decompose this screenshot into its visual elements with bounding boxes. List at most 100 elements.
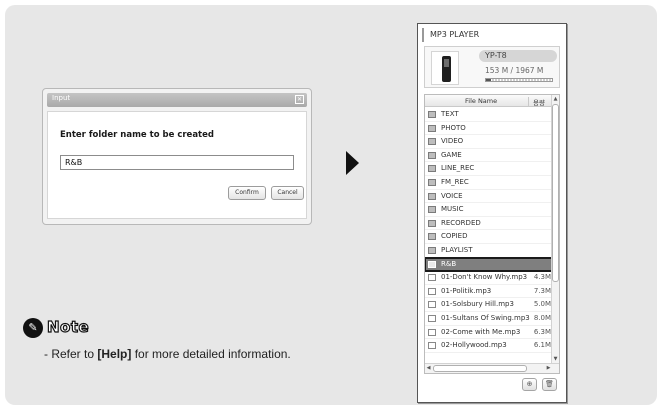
row-name: MUSIC: [441, 205, 464, 214]
horizontal-scrollbar[interactable]: ◀ ▶: [425, 363, 559, 373]
file-row[interactable]: 01-Sultans Of Swing.mp3 8.0M: [425, 312, 553, 326]
folder-icon: [428, 246, 436, 254]
folder-row[interactable]: VIDEO: [425, 135, 553, 149]
folder-icon: [428, 111, 436, 118]
row-name: 02-Come with Me.mp3: [441, 327, 521, 336]
folder-icon: [428, 233, 436, 241]
folder-name-input[interactable]: R&B: [60, 155, 294, 170]
player-device-icon: [442, 56, 451, 82]
arrow-right-icon: [346, 151, 359, 175]
row-name: 02-Hollywood.mp3: [441, 341, 507, 350]
folder-row[interactable]: FM_REC: [425, 176, 553, 190]
note-title: Note: [46, 317, 90, 336]
storage-bar-fill: [486, 79, 492, 81]
delete-button[interactable]: 🗑: [542, 378, 557, 391]
cancel-button[interactable]: Cancel: [271, 186, 304, 200]
scroll-right-icon[interactable]: ▶: [545, 364, 552, 373]
folder-icon: [428, 138, 436, 146]
file-row[interactable]: 01-Politik.mp3 7.3M: [425, 285, 553, 299]
vertical-scroll-thumb[interactable]: [552, 104, 559, 282]
mp3-player-window: MP3 PLAYER YP-T8 153 M / 1967 M File Nam…: [417, 23, 567, 403]
folder-row[interactable]: GAME: [425, 149, 553, 163]
folder-row[interactable]: VOICE: [425, 190, 553, 204]
note-text-suffix: for more detailed information.: [131, 347, 291, 361]
player-title: MP3 PLAYER: [422, 28, 562, 42]
folder-row[interactable]: LINE_REC: [425, 162, 553, 176]
close-icon[interactable]: ✕: [295, 95, 304, 104]
file-row[interactable]: 02-Hollywood.mp3 6.1M: [425, 339, 553, 353]
file-row[interactable]: 01-Don't Know Why.mp3 4.3M: [425, 271, 553, 285]
storage-bar: [485, 78, 553, 82]
row-size: 4.3M: [533, 273, 551, 282]
row-name: 01-Politik.mp3: [441, 286, 492, 295]
row-name: R&B: [441, 259, 457, 268]
column-size[interactable]: 용량: [528, 97, 545, 107]
scroll-up-icon[interactable]: ▲: [552, 95, 559, 103]
background-panel: Input ✕ Enter folder name to be created …: [5, 5, 657, 405]
file-icon: [428, 314, 436, 322]
column-file-name[interactable]: File Name: [465, 97, 497, 105]
trash-icon: 🗑: [545, 380, 554, 388]
device-name: YP-T8: [479, 50, 557, 62]
folder-row[interactable]: PHOTO: [425, 122, 553, 136]
row-name: 01-Don't Know Why.mp3: [441, 273, 528, 282]
file-icon: [428, 301, 436, 309]
row-name: 01-Sultans Of Swing.mp3: [441, 313, 530, 322]
folder-icon: [428, 178, 436, 186]
row-name: RECORDED: [441, 218, 481, 227]
row-size: 5.0M: [533, 300, 551, 309]
device-panel: YP-T8 153 M / 1967 M: [424, 46, 560, 88]
row-name: PHOTO: [441, 123, 466, 132]
folder-row[interactable]: PLAYLIST: [425, 244, 553, 258]
confirm-button[interactable]: Confirm: [228, 186, 266, 200]
scroll-left-icon[interactable]: ◀: [425, 364, 432, 373]
dialog-body: Enter folder name to be created R&B Conf…: [47, 111, 307, 219]
row-name: FM_REC: [441, 177, 469, 186]
dialog-prompt: Enter folder name to be created: [60, 130, 214, 140]
row-name: PLAYLIST: [441, 245, 473, 254]
horizontal-scroll-thumb[interactable]: [433, 365, 527, 372]
row-size: 6.3M: [533, 327, 551, 336]
folder-icon: [428, 124, 436, 132]
folder-row[interactable]: MUSIC: [425, 203, 553, 217]
input-dialog: Input ✕ Enter folder name to be created …: [42, 88, 312, 225]
dialog-title: Input: [52, 94, 71, 102]
file-row[interactable]: 01-Solsbury Hill.mp3 5.0M: [425, 298, 553, 312]
folder-row[interactable]: COPIED: [425, 230, 553, 244]
scroll-down-icon[interactable]: ▼: [552, 355, 559, 363]
folder-icon: [428, 192, 436, 200]
row-size: 6.1M: [533, 341, 551, 350]
device-image: [431, 51, 459, 85]
note-help-link: [Help]: [97, 347, 132, 361]
file-icon: [428, 342, 436, 350]
vertical-scrollbar[interactable]: ▲ ▼: [551, 95, 559, 363]
row-name: TEXT: [441, 110, 459, 118]
row-name: COPIED: [441, 232, 468, 241]
row-name: VOICE: [441, 191, 463, 200]
folder-icon: [428, 219, 436, 227]
file-icon: [428, 274, 436, 282]
file-rows: TEXT PHOTO VIDEO GAME LINE_REC FM_REC VOICE MUS…: [425, 108, 554, 353]
file-list-header: File Name 용량: [425, 95, 553, 107]
pencil-note-icon: ✎: [23, 318, 43, 338]
folder-row[interactable]: RECORDED: [425, 217, 553, 231]
file-list: File Name 용량 TEXT PHOTO VIDEO GAME LINE_REC F…: [424, 94, 560, 374]
dialog-title-bar: Input ✕: [47, 93, 307, 107]
folder-icon: [428, 260, 436, 268]
row-name: GAME: [441, 150, 462, 159]
row-name: VIDEO: [441, 137, 464, 146]
new-folder-button[interactable]: ⊕: [522, 378, 537, 391]
folder-row[interactable]: TEXT: [425, 108, 553, 122]
file-row[interactable]: 02-Come with Me.mp3 6.3M: [425, 326, 553, 340]
row-size: 8.0M: [533, 313, 551, 322]
row-name: 01-Solsbury Hill.mp3: [441, 300, 514, 309]
file-icon: [428, 328, 436, 336]
folder-icon: [428, 151, 436, 159]
folder-row[interactable]: R&B: [425, 256, 554, 273]
row-size: 7.3M: [533, 286, 551, 295]
folder-icon: [428, 206, 436, 214]
file-icon: [428, 287, 436, 295]
new-folder-icon: ⊕: [526, 380, 533, 388]
note-text: - Refer to [Help] for more detailed info…: [44, 347, 291, 361]
storage-readout: 153 M / 1967 M: [485, 66, 544, 75]
